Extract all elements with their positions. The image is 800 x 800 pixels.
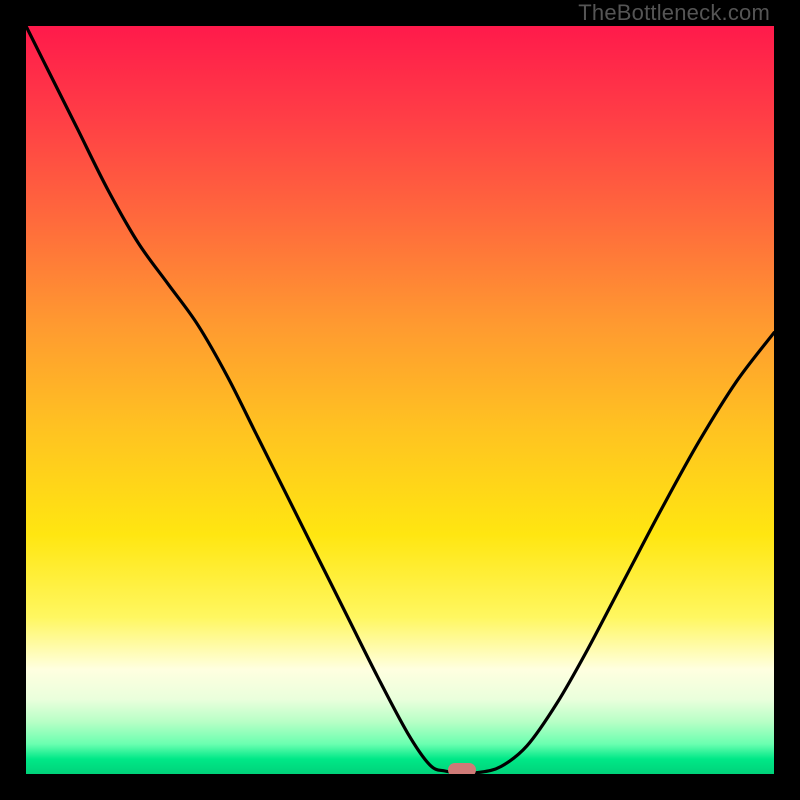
- optimal-point-marker: [448, 763, 476, 774]
- heat-gradient-background: [26, 26, 774, 774]
- watermark-text: TheBottleneck.com: [578, 0, 770, 26]
- chart-frame: TheBottleneck.com: [0, 0, 800, 800]
- plot-area: [26, 26, 774, 774]
